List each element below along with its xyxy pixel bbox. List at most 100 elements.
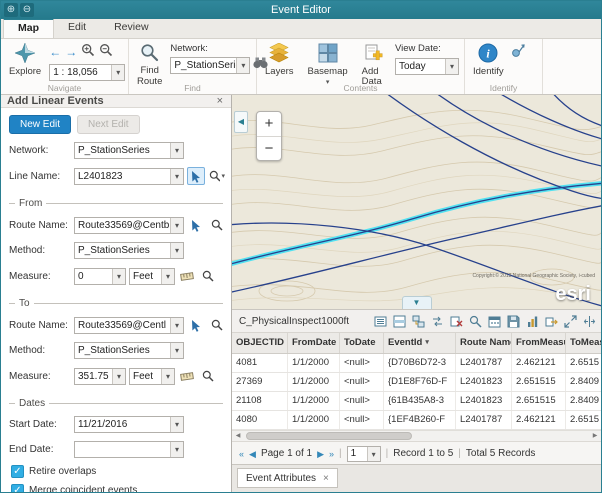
next-edit-button[interactable]: Next Edit [77,115,140,134]
zoom-to-to-route-icon[interactable] [208,316,226,334]
first-page-icon[interactable]: « [239,449,244,459]
chevron-down-icon[interactable]: ▾ [112,269,125,284]
select-from-route-icon[interactable] [187,216,205,234]
close-icon[interactable]: × [323,473,329,484]
map-zoom-out-button[interactable]: − [257,136,281,160]
expand-table-icon[interactable] [563,314,577,328]
from-measure-tool-icon[interactable] [178,267,196,285]
chevron-down-icon[interactable]: ▾ [236,58,249,73]
find-route-button[interactable]: Find Route [134,42,165,88]
previous-extent-icon[interactable]: ← [49,46,61,58]
tab-edit[interactable]: Edit [54,18,100,38]
network-select[interactable]: P_StationSeries ▾ [74,142,184,159]
column-header[interactable]: EventId▾ [384,333,456,353]
dock-table-icon[interactable] [582,314,596,328]
last-page-icon[interactable]: » [329,449,334,459]
chevron-down-icon[interactable]: ▾ [170,343,183,358]
chevron-down-icon[interactable]: ▾ [445,59,458,74]
chevron-down-icon[interactable]: ▾ [170,417,183,432]
ribbon-network-select[interactable]: P_StationSeries ▾ [170,57,250,74]
basemap-button[interactable]: Basemap ▾ [305,42,351,89]
chevron-down-icon[interactable]: ▾ [112,369,125,384]
chevron-down-icon[interactable]: ▾ [170,143,183,158]
table-row[interactable]: 40801/1/2000<null>{1EF4B260-FL24017872.4… [232,411,601,430]
zoom-to-from-measure-icon[interactable] [199,267,217,285]
chevron-down-icon[interactable]: ▾ [170,169,183,184]
chevron-down-icon[interactable]: ▾ [170,442,183,457]
chevron-down-icon[interactable]: ▾ [161,269,174,284]
statistics-icon[interactable] [525,314,539,328]
page-number-select[interactable]: 1 ▾ [347,446,381,462]
zoom-to-to-measure-icon[interactable] [199,367,217,385]
column-header[interactable]: Route Name [456,333,512,353]
to-method-select[interactable]: P_StationSeries ▾ [74,342,184,359]
scrollbar-thumb[interactable] [246,432,412,440]
table-row[interactable]: 273691/1/2000<null>{D1E8F76D-FL24018232.… [232,373,601,392]
map-view[interactable]: ◀ + − ▼ Copyright:© 2013 National Geogra… [232,95,601,309]
explore-button[interactable]: Explore [6,42,44,81]
column-header[interactable]: OBJECTID [232,333,288,353]
map-zoom-in-button[interactable]: + [257,112,281,136]
previous-page-icon[interactable]: ◀ [249,449,256,459]
next-page-icon[interactable]: ▶ [317,449,324,459]
tab-event-attributes[interactable]: Event Attributes × [237,468,338,488]
calendar-icon[interactable] [487,314,501,328]
to-route-name-select[interactable]: Route33569@Centl ▾ [74,317,184,334]
identify-route-icon[interactable] [511,44,525,78]
scale-select[interactable]: 1 : 18,056 ▾ [49,64,125,81]
column-header[interactable]: FromMeasure [512,333,566,353]
line-name-select[interactable]: L2401823 ▾ [74,168,184,185]
column-header[interactable]: ToMeasure [566,333,601,353]
options-menu-icon[interactable] [373,314,387,328]
chevron-down-icon[interactable]: ▾ [170,318,183,333]
chevron-down-icon[interactable]: ▾ [111,65,124,80]
retire-overlaps-checkbox[interactable]: ✓ [11,465,24,478]
tab-review[interactable]: Review [100,18,162,38]
from-measure-unit-select[interactable]: Feet ▾ [129,268,175,285]
chevron-down-icon[interactable]: ▾ [367,447,380,461]
to-measure-input[interactable]: 351.75 ▾ [74,368,126,385]
horizontal-scrollbar[interactable]: ◀ ▶ [232,430,601,441]
table-row[interactable]: 211081/1/2000<null>{61B435A8-3L24018232.… [232,392,601,411]
chevron-down-icon[interactable]: ▾ [170,243,183,258]
table-row[interactable]: 40811/1/2000<null>{D70B6D72-3L24017872.4… [232,354,601,373]
from-measure-input[interactable]: 0 ▾ [74,268,126,285]
to-measure-unit-select[interactable]: Feet ▾ [129,368,175,385]
collapse-table-icon[interactable]: ▼ [402,296,432,309]
select-to-route-icon[interactable] [187,316,205,334]
start-date-input[interactable]: 11/21/2016 ▾ [74,416,184,433]
layers-button[interactable]: Layers [262,42,297,78]
zoom-out-icon[interactable]: ⊖ [20,3,34,17]
from-method-select[interactable]: P_StationSeries ▾ [74,242,184,259]
zoom-to-from-route-icon[interactable] [208,216,226,234]
zoom-in-tool-icon[interactable] [81,43,95,62]
zoom-to-selection-icon[interactable] [468,314,482,328]
switch-selection-icon[interactable] [430,314,444,328]
new-edit-button[interactable]: New Edit [9,115,71,134]
close-icon[interactable]: × [215,95,225,107]
export-icon[interactable] [544,314,558,328]
show-selected-records-icon[interactable] [392,314,406,328]
clear-selection-icon[interactable] [449,314,463,328]
chevron-down-icon[interactable]: ▾ [161,369,174,384]
to-measure-tool-icon[interactable] [178,367,196,385]
tab-map[interactable]: Map [3,18,54,38]
chevron-down-icon[interactable]: ▾ [170,218,183,233]
column-header[interactable]: ToDate [340,333,384,353]
collapse-panel-icon[interactable]: ◀ [234,111,248,133]
related-records-icon[interactable] [411,314,425,328]
view-date-select[interactable]: Today ▾ [395,58,459,75]
zoom-out-tool-icon[interactable] [99,43,113,62]
next-extent-icon[interactable]: → [65,46,77,58]
merge-coincident-checkbox[interactable]: ✓ [11,484,24,493]
add-data-button[interactable]: Add Data [359,42,387,88]
column-header[interactable]: FromDate [288,333,340,353]
end-date-input[interactable]: ▾ [74,441,184,458]
scroll-left-icon[interactable]: ◀ [232,431,244,441]
identify-button[interactable]: i Identify [470,42,507,78]
select-line-on-map-icon[interactable] [187,167,205,185]
zoom-to-line-icon[interactable]: ▾ [208,167,226,185]
from-route-name-select[interactable]: Route33569@Centb ▾ [74,217,184,234]
zoom-in-icon[interactable]: ⊕ [4,3,18,17]
scroll-right-icon[interactable]: ▶ [589,431,601,441]
